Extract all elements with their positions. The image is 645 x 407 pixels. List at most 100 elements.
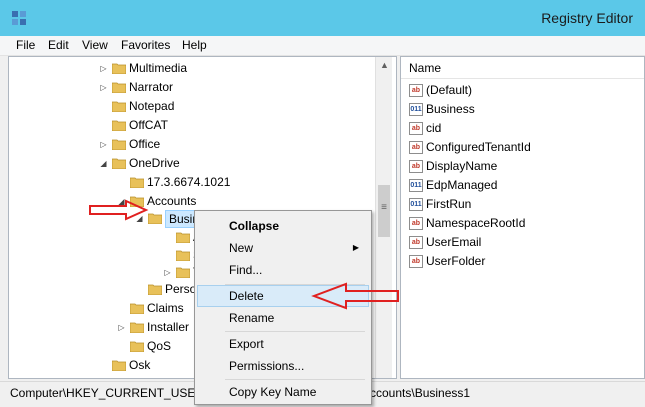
tree-vertical-scrollbar[interactable]: ▲ ≡ <box>375 57 392 378</box>
tree-item-label: QoS <box>147 339 172 353</box>
folder-icon <box>176 250 190 261</box>
folder-icon <box>112 120 126 131</box>
tree-item-label: Notepad <box>129 99 175 113</box>
menu-item-label: Delete <box>229 289 264 303</box>
tree-item-label: Installer <box>147 320 190 334</box>
dword-value-icon: 011 <box>409 179 423 192</box>
tree-item-label: 17.3.6674.1021 <box>147 175 231 189</box>
string-value-icon: ab <box>409 255 423 268</box>
folder-icon <box>112 158 126 169</box>
menu-view[interactable]: View <box>82 38 108 52</box>
menu-item-permissions[interactable]: Permissions... <box>197 355 369 377</box>
dword-value-icon: 011 <box>409 198 423 211</box>
expander-icon[interactable] <box>117 304 126 313</box>
folder-icon <box>130 322 144 333</box>
menu-item-find[interactable]: Find... <box>197 259 369 281</box>
menu-item-label: Rename <box>229 311 275 325</box>
status-path-left: Computer\HKEY_CURRENT_USER\ <box>10 386 208 400</box>
expander-icon[interactable]: ◢ <box>135 214 144 223</box>
folder-icon <box>148 213 162 224</box>
tree-item-label: OneDrive <box>129 156 180 170</box>
registry-editor-icon <box>12 11 26 25</box>
submenu-arrow-icon: ▶ <box>352 243 359 252</box>
title-bar: Registry Editor <box>0 0 645 36</box>
menu-item-label: Permissions... <box>229 359 305 373</box>
expander-icon[interactable] <box>117 342 126 351</box>
expander-icon[interactable]: ▷ <box>99 83 108 92</box>
menu-file[interactable]: File <box>16 38 35 52</box>
scroll-grip-icon: ≡ <box>381 202 387 213</box>
folder-icon <box>176 232 190 243</box>
menu-item-label: Export <box>229 337 264 351</box>
expander-icon[interactable]: ▷ <box>99 64 108 73</box>
folder-icon <box>112 360 126 371</box>
folder-icon <box>148 284 162 295</box>
menu-item-label: Collapse <box>229 219 280 233</box>
folder-icon <box>176 267 190 278</box>
tree-item-label: Osk <box>129 358 151 372</box>
expander-icon[interactable] <box>135 285 144 294</box>
folder-icon <box>130 341 144 352</box>
menu-bar: File Edit View Favorites Help <box>0 36 645 56</box>
value-name: FirstRun <box>426 197 472 211</box>
expander-icon[interactable] <box>99 102 108 111</box>
tree-item-label: Narrator <box>129 80 174 94</box>
menu-item-label: Find... <box>229 263 263 277</box>
value-name: UserEmail <box>426 235 482 249</box>
menu-item-copy-key-name[interactable]: Copy Key Name <box>197 381 369 403</box>
string-value-icon: ab <box>409 141 423 154</box>
expander-icon[interactable] <box>99 121 108 130</box>
value-name: Business <box>426 102 475 116</box>
values-list-pane[interactable]: Name ab (Default) 011 Business ab cid ab Config… <box>400 56 645 379</box>
context-menu: Collapse New ▶ Find... Delete Rename Expo… <box>194 210 372 405</box>
expander-icon[interactable]: ◢ <box>117 197 126 206</box>
expander-icon[interactable] <box>99 361 108 370</box>
scroll-thumb[interactable]: ≡ <box>378 185 390 237</box>
value-name: cid <box>426 121 442 135</box>
tree-item-label: Accounts <box>147 194 197 208</box>
tree-item-label: PlayToRecei <box>129 375 196 378</box>
string-value-icon: ab <box>409 160 423 173</box>
menu-favorites[interactable]: Favorites <box>121 38 170 52</box>
expander-icon[interactable]: ▷ <box>99 140 108 149</box>
value-name: ConfiguredTenantId <box>426 140 531 154</box>
tree-item-label: Perso <box>165 282 197 296</box>
string-value-icon: ab <box>409 217 423 230</box>
column-header-name[interactable]: Name <box>401 57 644 79</box>
tree-item-label: Multimedia <box>129 61 188 75</box>
folder-icon <box>112 139 126 150</box>
folder-icon <box>130 196 144 207</box>
menu-item-delete[interactable]: Delete <box>197 285 369 307</box>
expander-icon[interactable]: ▷ <box>163 268 172 277</box>
tree-item-label: Claims <box>147 301 184 315</box>
value-name: (Default) <box>426 83 473 97</box>
expander-icon[interactable]: ◢ <box>99 159 108 168</box>
folder-icon <box>130 303 144 314</box>
menu-item-collapse[interactable]: Collapse <box>197 215 369 237</box>
value-name: DisplayName <box>426 159 498 173</box>
string-value-icon: ab <box>409 84 423 97</box>
value-name: EdpManaged <box>426 178 498 192</box>
menu-item-rename[interactable]: Rename <box>197 307 369 329</box>
expander-icon[interactable] <box>163 233 172 242</box>
expander-icon[interactable] <box>163 251 172 260</box>
folder-icon <box>112 82 126 93</box>
menu-item-new[interactable]: New ▶ <box>197 237 369 259</box>
folder-icon <box>112 63 126 74</box>
folder-icon <box>112 378 126 379</box>
tree-item-label: Office <box>129 137 161 151</box>
string-value-icon: ab <box>409 122 423 135</box>
menu-item-export[interactable]: Export <box>197 333 369 355</box>
folder-icon <box>130 177 144 188</box>
string-value-icon: ab <box>409 236 423 249</box>
status-path-right: ccounts\Business1 <box>370 386 471 400</box>
menu-item-label: New <box>229 241 254 255</box>
menu-help[interactable]: Help <box>182 38 207 52</box>
value-name: NamespaceRootId <box>426 216 526 230</box>
menu-separator <box>225 379 365 380</box>
expander-icon[interactable] <box>117 178 126 187</box>
column-header-label: Name <box>409 61 442 75</box>
expander-icon[interactable]: ▷ <box>117 323 126 332</box>
scroll-up-icon[interactable]: ▲ <box>376 57 393 74</box>
menu-edit[interactable]: Edit <box>48 38 69 52</box>
